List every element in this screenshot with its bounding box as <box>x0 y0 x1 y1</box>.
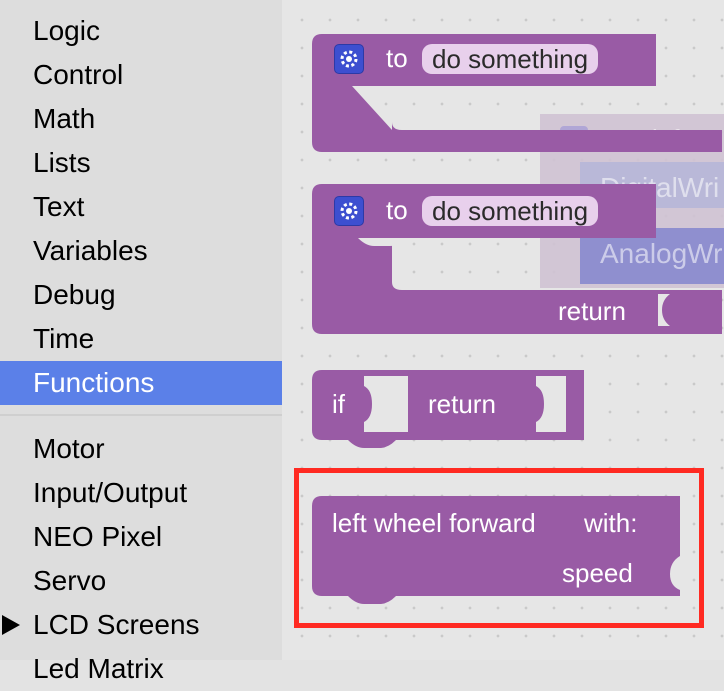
category-motor[interactable]: Motor <box>0 427 282 471</box>
highlight-box <box>294 468 704 628</box>
category-servo[interactable]: Servo <box>0 559 282 603</box>
category-led-matrix[interactable]: Led Matrix <box>0 647 282 691</box>
category-lcd-screens-label: LCD Screens <box>33 609 200 640</box>
category-logic[interactable]: Logic <box>0 9 282 53</box>
category-lcd-screens[interactable]: LCD Screens <box>0 603 282 647</box>
procedure-to-label: to <box>386 43 408 73</box>
category-control[interactable]: Control <box>0 53 282 97</box>
category-text[interactable]: Text <box>0 185 282 229</box>
category-separator <box>0 414 282 416</box>
category-debug[interactable]: Debug <box>0 273 282 317</box>
if-return-label: return <box>428 389 496 419</box>
category-input-output[interactable]: Input/Output <box>0 471 282 515</box>
category-sidebar: Logic Control Math Lists Text Variables … <box>0 0 282 684</box>
category-math[interactable]: Math <box>0 97 282 141</box>
category-neo-pixel[interactable]: NEO Pixel <box>0 515 282 559</box>
category-time[interactable]: Time <box>0 317 282 361</box>
category-variables[interactable]: Variables <box>0 229 282 273</box>
if-label: if <box>332 389 345 419</box>
expand-caret-icon[interactable] <box>2 615 20 635</box>
procedure-name-field[interactable]: do something <box>422 44 599 74</box>
gear-icon[interactable] <box>334 196 364 226</box>
procedure-return-to-label: to <box>386 195 408 225</box>
procedure-return-label: return <box>558 296 626 326</box>
gear-icon[interactable] <box>334 44 364 74</box>
procedure-return-name-field[interactable]: do something <box>422 196 599 226</box>
category-lists[interactable]: Lists <box>0 141 282 185</box>
category-functions[interactable]: Functions <box>0 361 282 405</box>
